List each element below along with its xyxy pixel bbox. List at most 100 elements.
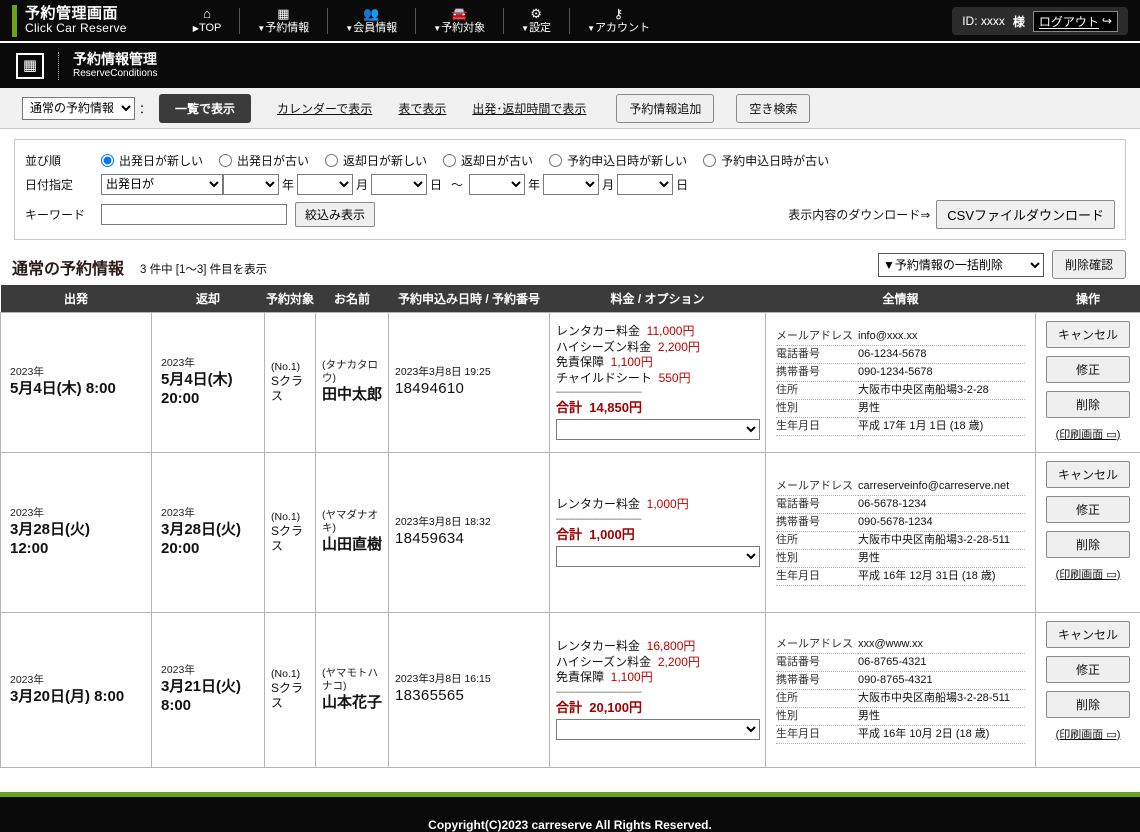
name-kana: (タナカタロウ) (322, 359, 378, 384)
view-depart-return-time-link[interactable]: 出発･返却時間で表示 (472, 100, 586, 117)
vacancy-search-button[interactable]: 空き検索 (736, 93, 811, 123)
table-header-row: 出発 返却 予約対象 お名前 予約申込み日時 / 予約番号 料金 / オプション 全情報 操作 (0, 285, 1140, 312)
delete-confirm-button[interactable]: 削除確認 (1051, 250, 1126, 279)
reservation-type-select[interactable]: 通常の予約情報 (22, 96, 135, 120)
sort-radio-input[interactable] (101, 153, 114, 167)
sort-radio-input[interactable] (443, 153, 457, 167)
reservations-table: 出発 返却 予約対象 お名前 予約申込み日時 / 予約番号 料金 / オプション 全情報 操作… (0, 285, 1140, 768)
csv-download-button[interactable]: CSVファイルダウンロード (936, 200, 1115, 229)
nav-item-2[interactable]: 👥 ▼会員情報 (327, 2, 415, 40)
applied-datetime: 2023年3月8日 16:15 (395, 673, 491, 685)
fee-label: ハイシーズン料金 (556, 339, 658, 354)
delete-button[interactable]: 削除 (1046, 690, 1130, 718)
cancel-button[interactable]: キャンセル (1046, 620, 1130, 648)
chevron-down-icon: ▼ (257, 23, 266, 33)
from-day-select[interactable] (371, 173, 428, 195)
fee-separator: –––––––––––––– (556, 685, 642, 698)
info-key: メールアドレス (776, 328, 858, 346)
fee-line: 免責保障 1,100円 (556, 355, 759, 371)
cell-operations: キャンセル修正削除 (印刷画面 ▭) (1035, 311, 1140, 453)
info-row: メールアドレス info@xxx.xx (776, 328, 1025, 346)
column-header-4: 予約申込み日時 / 予約番号 (388, 285, 550, 312)
column-header-3: お名前 (315, 285, 389, 312)
fee-separator: –––––––––––––– (556, 386, 642, 398)
nav-item-3[interactable]: 🚘 ▼予約対象 (415, 2, 503, 40)
cell-applied: 2023年3月8日 19:25 18494610 (388, 311, 550, 453)
to-month-select[interactable] (543, 173, 600, 195)
fee-amount: 550円 (658, 370, 691, 385)
fee-total-label: 合計 (556, 400, 590, 415)
nav-item-label: ▼予約対象 (433, 21, 486, 34)
main-navigation: ⌂ ▶TOP ▦ ▼予約情報 👥 ▼会員情報 🚘 ▼予約対象 ⚙ ▼設定 ⚷ ▼アカウント (175, 0, 668, 42)
sort-radio-1[interactable]: 出発日が古い (219, 152, 309, 169)
list-actions: ▼予約情報の一括削除 削除確認 (877, 250, 1126, 279)
cell-depart: 2023年 5月4日(木) 8:00 (0, 311, 152, 453)
fee-label: レンタカー料金 (556, 639, 647, 654)
account-id-label: ID: (962, 14, 978, 28)
chevron-down-icon: ▼ (433, 23, 442, 33)
nav-item-1[interactable]: ▦ ▼予約情報 (239, 2, 327, 40)
return-datetime: 20:00 (161, 539, 200, 557)
date-kind-select[interactable]: 出発日が (101, 173, 223, 195)
account-honorific: 様 (1012, 14, 1025, 29)
sort-radio-label: 返却日が古い (461, 153, 534, 168)
to-day-select[interactable] (617, 173, 674, 195)
info-key: 電話番号 (776, 495, 858, 514)
info-row: 生年月日 平成 16年 10月 2日 (18 歳) (776, 725, 1025, 744)
sort-radio-4[interactable]: 予約申込日時が新しい (549, 152, 687, 169)
to-year-select[interactable] (469, 173, 526, 195)
edit-button[interactable]: 修正 (1046, 495, 1130, 523)
from-month-select[interactable] (297, 173, 354, 195)
fee-total: 合計 20,100円 (556, 698, 759, 717)
table-row: 2023年 5月4日(木) 8:00 2023年 5月4日(木) 20:00 (No.1… (0, 311, 1140, 453)
edit-button[interactable]: 修正 (1046, 655, 1130, 683)
edit-button[interactable]: 修正 (1046, 355, 1130, 383)
sort-radio-3[interactable]: 返却日が古い (443, 152, 533, 169)
sort-radio-0[interactable]: 出発日が新しい (101, 152, 203, 169)
print-screen-link[interactable]: (印刷画面 ▭) (1056, 726, 1121, 742)
view-table-link[interactable]: 表で表示 (398, 100, 446, 117)
option-select[interactable] (556, 718, 760, 740)
info-key: 住所 (776, 689, 858, 708)
narrow-search-button[interactable]: 絞込み表示 (295, 202, 376, 227)
info-key: 住所 (776, 381, 858, 400)
applied-datetime: 2023年3月8日 19:25 (395, 365, 491, 378)
keyword-input[interactable] (101, 204, 287, 225)
nav-item-4[interactable]: ⚙ ▼設定 (503, 2, 569, 40)
info-row: メールアドレス carreserveinfo@carreserve.net (776, 478, 1025, 496)
info-row: 住所 大阪市中央区南船場3-2-28-511 (776, 531, 1025, 550)
delete-button[interactable]: 削除 (1046, 530, 1130, 558)
fee-label: 免責保障 (556, 355, 611, 369)
bulk-delete-select[interactable]: ▼予約情報の一括削除 (877, 252, 1044, 277)
print-screen-link[interactable]: (印刷画面 ▭) (1056, 566, 1121, 582)
fee-total-amount: 14,850円 (589, 400, 642, 415)
top-header-bar: 予約管理画面 Click Car Reserve ⌂ ▶TOP ▦ ▼予約情報 👥 ▼会員… (0, 0, 1140, 43)
option-select[interactable] (556, 419, 760, 440)
nav-item-0[interactable]: ⌂ ▶TOP (175, 2, 240, 40)
option-select[interactable] (556, 545, 760, 567)
logout-button[interactable]: ログアウト ↪ (1032, 10, 1118, 32)
info-row: メールアドレス xxx@www.xx (776, 635, 1025, 654)
table-row: 2023年 3月20日(月) 8:00 2023年 3月21日(火) 8:00 (No.… (0, 611, 1140, 768)
title-divider (58, 51, 59, 80)
from-year-select[interactable] (223, 173, 279, 195)
cell-fee: レンタカー料金 1,000円 –––––––––––––– 合計 1,000円 (549, 451, 766, 613)
add-reservation-button[interactable]: 予約情報追加 (616, 93, 715, 123)
print-screen-link[interactable]: (印刷画面 ▭) (1056, 426, 1121, 442)
page-title-band: ▦ 予約情報管理 ReserveConditions (0, 43, 1140, 88)
view-calendar-link[interactable]: カレンダーで表示 (277, 100, 372, 117)
cell-operations: キャンセル修正削除 (印刷画面 ▭) (1035, 611, 1140, 768)
view-list-button[interactable]: 一覧で表示 (159, 93, 252, 123)
sort-radio-input[interactable] (219, 153, 233, 167)
sort-radio-input[interactable] (549, 153, 563, 167)
sort-radio-2[interactable]: 返却日が新しい (325, 152, 427, 169)
nav-item-5[interactable]: ⚷ ▼アカウント (569, 2, 668, 40)
sort-radio-input[interactable] (325, 153, 339, 167)
sort-radio-label: 予約申込日時が古い (721, 153, 830, 168)
cancel-button[interactable]: キャンセル (1046, 460, 1130, 488)
cancel-button[interactable]: キャンセル (1046, 320, 1130, 348)
delete-button[interactable]: 削除 (1046, 390, 1130, 418)
sort-radio-input[interactable] (703, 153, 717, 167)
column-header-2: 予約対象 (264, 285, 316, 312)
sort-radio-5[interactable]: 予約申込日時が古い (703, 152, 829, 169)
